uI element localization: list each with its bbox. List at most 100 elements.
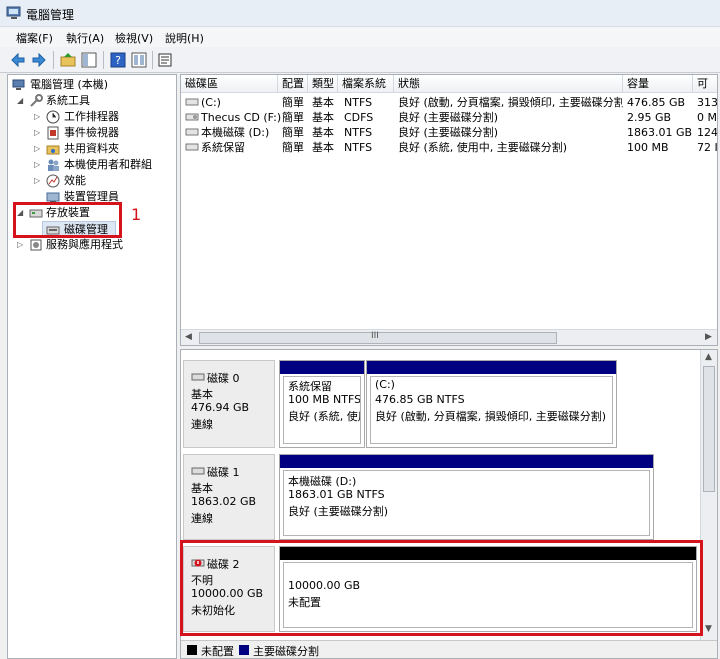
tools-icon: [29, 94, 43, 108]
scroll-right-arrow-icon[interactable]: ▶: [705, 332, 712, 342]
action-pane-icon[interactable]: [130, 51, 148, 69]
partition-status: 良好 (系統, 使用: [288, 410, 361, 423]
partition-system-reserved[interactable]: 系統保留 100 MB NTFS 良好 (系統, 使用: [279, 360, 365, 448]
tree-item-performance[interactable]: ▷ 效能: [8, 173, 176, 189]
svg-text:?: ?: [115, 54, 121, 67]
volume-free: 0 M: [697, 111, 717, 124]
tree-item-shared-folders[interactable]: ▷ 共用資料夾: [8, 141, 176, 157]
collapsed-arrow-icon[interactable]: ▷: [34, 141, 40, 157]
tree-label: 服務與應用程式: [46, 238, 123, 251]
partition-title: 系統保留: [288, 380, 332, 393]
column-volume[interactable]: 磁碟區: [181, 75, 278, 93]
toolbar: ?: [0, 47, 720, 73]
up-folder-icon[interactable]: [59, 51, 77, 69]
disk-status: 連線: [191, 418, 213, 431]
volume-free: 313: [697, 96, 718, 109]
volume-list: 磁碟區 配置 類型 檔案系統 狀態 容量 可 (C:) 簡單 基本 NTFS 良…: [180, 74, 718, 346]
horizontal-scrollbar[interactable]: ◀ III ▶: [181, 329, 717, 345]
volume-row[interactable]: (C:) 簡單 基本 NTFS 良好 (啟動, 分頁檔案, 損毀傾印, 主要磁碟…: [181, 95, 718, 110]
disk-icon: [191, 466, 205, 479]
collapsed-arrow-icon[interactable]: ▷: [34, 125, 40, 141]
volume-filesystem: NTFS: [344, 126, 373, 139]
tree-item-task-scheduler[interactable]: ▷ 工作排程器: [8, 109, 176, 125]
back-arrow-icon[interactable]: [9, 51, 27, 69]
scrollbar-thumb[interactable]: [703, 366, 715, 492]
column-filesystem[interactable]: 檔案系統: [338, 75, 394, 93]
disk-name: 磁碟 0: [207, 372, 240, 385]
disk-status: 連線: [191, 512, 213, 525]
scroll-left-arrow-icon[interactable]: ◀: [185, 332, 192, 342]
forward-arrow-icon[interactable]: [30, 51, 48, 69]
drive-icon: [185, 141, 199, 157]
users-icon: [46, 158, 60, 172]
tree-item-local-users[interactable]: ▷ 本機使用者和群組: [8, 157, 176, 173]
volume-name: 本機磁碟 (D:): [201, 126, 270, 139]
disk-1-label[interactable]: 磁碟 1 基本 1863.02 GB 連線: [183, 454, 275, 540]
volume-layout: 簡單: [282, 96, 304, 109]
menu-help[interactable]: 說明(H): [165, 30, 204, 46]
column-free-space[interactable]: 可: [693, 75, 717, 93]
unallocated-swatch: [187, 645, 197, 655]
tree-item-system-tools[interactable]: ◢ 系統工具: [8, 93, 176, 109]
tree-label: 本機使用者和群組: [64, 158, 152, 171]
computer-icon: [12, 78, 26, 92]
toolbar-separator: [152, 51, 153, 69]
collapsed-arrow-icon[interactable]: ▷: [17, 237, 23, 253]
primary-partition-bar: [367, 361, 616, 374]
volume-filesystem: CDFS: [344, 111, 374, 124]
volume-row[interactable]: 系統保留 簡單 基本 NTFS 良好 (系統, 使用中, 主要磁碟分割) 100…: [181, 140, 718, 157]
show-hide-tree-icon[interactable]: [80, 51, 98, 69]
disk-size: 476.94 GB: [191, 401, 250, 414]
partition-size: 1863.01 GB NTFS: [288, 488, 385, 501]
collapsed-arrow-icon[interactable]: ▷: [34, 109, 40, 125]
partition-c[interactable]: (C:) 476.85 GB NTFS 良好 (啟動, 分頁檔案, 損毀傾印, …: [366, 360, 617, 448]
help-icon[interactable]: ?: [109, 51, 127, 69]
menu-action[interactable]: 執行(A): [66, 30, 104, 46]
tree-item-services[interactable]: ▷ 服務與應用程式: [8, 237, 176, 253]
volume-filesystem: NTFS: [344, 141, 373, 154]
partition-title: 本機磁碟 (D:): [288, 475, 357, 488]
volume-name: 系統保留: [201, 141, 245, 154]
volume-row[interactable]: Thecus CD (F:) 簡單 基本 CDFS 良好 (主要磁碟分割) 2.…: [181, 110, 717, 125]
column-status[interactable]: 狀態: [394, 75, 623, 93]
toolbar-separator: [53, 51, 54, 69]
volume-layout: 簡單: [282, 126, 304, 139]
legend-unallocated-label: 未配置: [201, 645, 234, 658]
partition-d[interactable]: 本機磁碟 (D:) 1863.01 GB NTFS 良好 (主要磁碟分割): [279, 454, 654, 540]
properties-icon[interactable]: [156, 51, 174, 69]
primary-partition-bar: [280, 455, 653, 468]
scroll-down-arrow-icon[interactable]: ▼: [705, 624, 712, 634]
annotation-number: 1: [131, 205, 142, 224]
collapsed-arrow-icon[interactable]: ▷: [34, 157, 40, 173]
expanded-arrow-icon[interactable]: ◢: [17, 93, 23, 109]
volume-capacity: 2.95 GB: [627, 111, 672, 124]
highlight-box: [180, 540, 703, 636]
column-capacity[interactable]: 容量: [623, 75, 693, 93]
legend-primary-label: 主要磁碟分割: [253, 645, 319, 658]
disk-0-label[interactable]: 磁碟 0 基本 476.94 GB 連線: [183, 360, 275, 448]
collapsed-arrow-icon[interactable]: ▷: [34, 173, 40, 189]
navigation-tree: 電腦管理 (本機) ◢ 系統工具 ▷ 工作排程器 ▷ 事件檢視器 ▷ 共用資料夾…: [7, 74, 177, 659]
menu-file[interactable]: 檔案(F): [16, 30, 53, 46]
highlight-box: [13, 202, 122, 238]
tree-root[interactable]: 電腦管理 (本機): [8, 77, 176, 93]
column-layout[interactable]: 配置: [278, 75, 308, 93]
tree-item-event-viewer[interactable]: ▷ 事件檢視器: [8, 125, 176, 141]
primary-partition-bar: [280, 361, 364, 374]
column-type[interactable]: 類型: [308, 75, 338, 93]
primary-swatch: [239, 645, 249, 655]
volume-status: 良好 (主要磁碟分割): [398, 111, 499, 124]
volume-free: 72 I: [697, 141, 718, 154]
performance-icon: [46, 174, 60, 188]
volume-status: 良好 (啟動, 分頁檔案, 損毀傾印, 主要磁碟分割): [398, 96, 623, 109]
scroll-up-arrow-icon[interactable]: ▲: [705, 352, 712, 362]
scrollbar-thumb[interactable]: III: [199, 331, 557, 344]
disk-icon: [191, 372, 205, 385]
volume-free: 124: [697, 126, 718, 139]
volume-row[interactable]: 本機磁碟 (D:) 簡單 基本 NTFS 良好 (主要磁碟分割) 1863.01…: [181, 125, 718, 140]
partition-status: 良好 (啟動, 分頁檔案, 損毀傾印, 主要磁碟分割): [375, 410, 607, 423]
disk-type: 基本: [191, 388, 213, 401]
menu-view[interactable]: 檢視(V): [115, 30, 153, 46]
toolbar-separator: [103, 51, 104, 69]
tree-label: 效能: [64, 174, 86, 187]
